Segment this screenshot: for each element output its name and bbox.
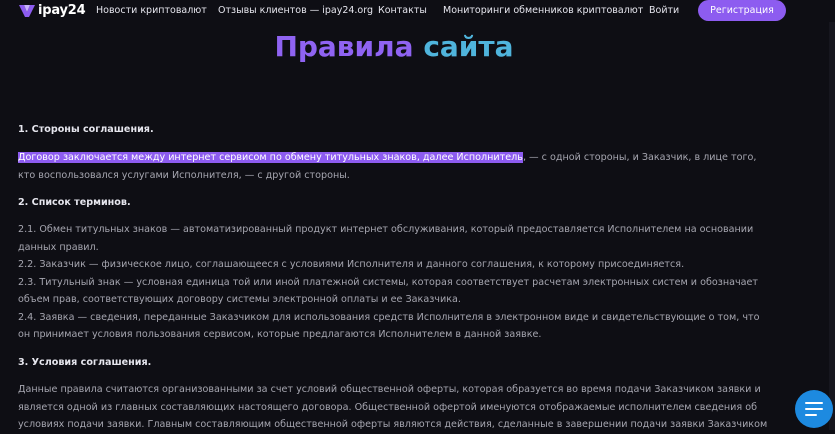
chat-menu-button[interactable] (795, 390, 833, 428)
page-title: Правила сайта (0, 30, 788, 64)
nav-contacts[interactable]: Контакты (378, 5, 427, 16)
selected-text-highlight: Договор заключается между интернет серви… (18, 152, 523, 163)
section-heading-terms: 2. Список терминов. (18, 197, 131, 208)
section-text-parties: Договор заключается между интернет серви… (18, 149, 773, 184)
term-item-2-2: 2.2. Заказчик — физическое лицо, соглаша… (18, 259, 685, 270)
register-button[interactable]: Регистрация (698, 0, 786, 21)
nav-crypto-news[interactable]: Новости криптовалют (96, 5, 207, 16)
nav-client-reviews[interactable]: Отзывы клиентов — ipay24.org (218, 5, 373, 16)
page-title-part2: сайта (423, 30, 514, 63)
section-text-conditions: Данные правила считаются организованными… (18, 384, 768, 430)
nav-exchanger-monitoring[interactable]: Мониторинги обменников криптовалют (443, 5, 643, 16)
page-scrollbar[interactable] (829, 22, 835, 430)
term-item-2-3: 2.3. Титульный знак — условная единица т… (18, 276, 759, 306)
section-heading-parties: 1. Стороны соглашения. (18, 124, 154, 135)
term-item-2-4: 2.4. Заявка — сведения, переданные Заказ… (18, 311, 760, 341)
top-navigation-bar: ipay24 Новости криптовалют Отзывы клиент… (0, 0, 835, 22)
nav-login[interactable]: Войти (649, 5, 679, 16)
ipay24-logo-icon (19, 4, 35, 17)
logo-text: ipay24 (38, 3, 86, 18)
page-title-part1: Правила (274, 30, 414, 63)
term-item-2-1: 2.1. Обмен титульных знаков — автоматизи… (18, 224, 754, 253)
menu-lines-icon (805, 402, 823, 416)
logo[interactable]: ipay24 (19, 3, 86, 18)
section-heading-conditions: 3. Условия соглашения. (18, 357, 152, 368)
